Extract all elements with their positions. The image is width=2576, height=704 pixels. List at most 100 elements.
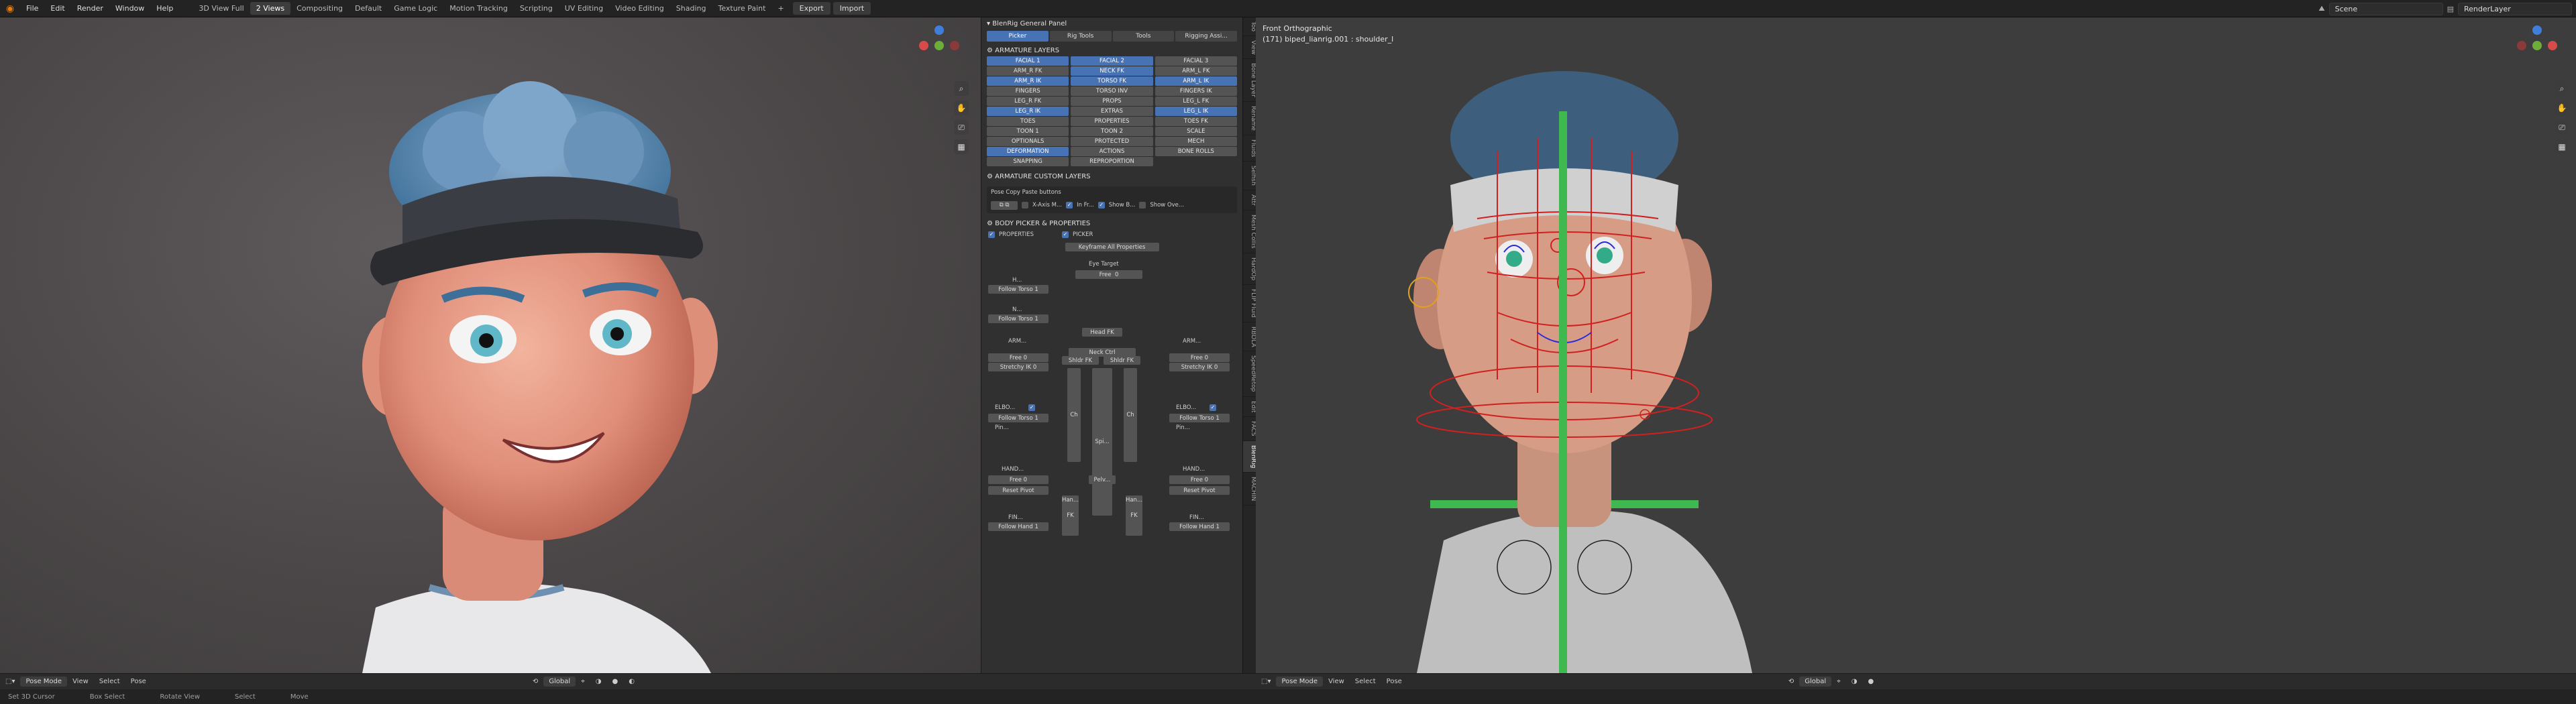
keyframe-all-button[interactable]: Keyframe All Properties [1065,243,1159,251]
layer-toggle-fingers-ik[interactable]: FINGERS IK [1155,86,1237,96]
elbow-l-follow-torso[interactable]: Follow Torso 1 [1169,414,1230,422]
hand-r-reset-pivot-button[interactable]: Reset Pivot [988,486,1049,495]
sidebar-tab-too[interactable]: Too [1243,17,1256,36]
layer-toggle-facial-3[interactable]: FACIAL 3 [1155,56,1237,66]
layer-toggle-arm-l-ik[interactable]: ARM_L IK [1155,76,1237,86]
workspace-tab[interactable]: Shading [670,2,712,15]
gizmo-neg-x-icon[interactable] [950,41,959,50]
arm-r-fk-chain[interactable]: Ch [1067,368,1081,462]
menu-window[interactable]: Window [109,4,150,13]
layer-toggle-torso-fk[interactable]: TORSO FK [1071,76,1153,86]
hand-r-free-field[interactable]: Free 0 [988,475,1049,484]
layer-toggle-toon-1[interactable]: TOON 1 [987,127,1069,136]
right-viewport[interactable]: Front Orthographic (171) biped_lianrig.0… [1256,17,2576,673]
blender-logo-icon[interactable]: ◉ [0,0,20,17]
pan-hand-icon[interactable]: ✋ [2555,101,2569,115]
left-viewport[interactable]: ⌕ ✋ ⎚ ▦ [0,17,981,673]
arm-l-stretchy-ik[interactable]: Stretchy IK 0 [1169,363,1230,371]
gizmo-neg-x-icon[interactable] [2517,41,2526,50]
menu-view[interactable]: View [1323,678,1350,685]
sidebar-tab-attr[interactable]: Attr [1243,190,1256,211]
hand-l-free-field[interactable]: Free 0 [1169,475,1230,484]
workspace-tab[interactable]: Game Logic [388,2,443,15]
zoom-icon[interactable]: ⌕ [2555,81,2569,96]
navigation-gizmo-right[interactable] [2517,25,2557,66]
menu-pose[interactable]: Pose [125,678,152,685]
layer-toggle-leg-l-ik[interactable]: LEG_L IK [1155,107,1237,116]
sidebar-tab-edit[interactable]: Edit [1243,397,1256,418]
workspace-tab[interactable]: Scripting [514,2,559,15]
perspective-grid-icon[interactable]: ▦ [954,139,969,154]
menu-pose[interactable]: Pose [1381,678,1407,685]
layer-toggle-props[interactable]: PROPS [1071,97,1153,106]
arm-r-stretchy-ik[interactable]: Stretchy IK 0 [988,363,1049,371]
shoulder-l-fk-button[interactable]: Shldr FK [1104,356,1140,365]
properties-checkbox[interactable]: ✓ [988,231,995,238]
layer-toggle-deformation[interactable]: DEFORMATION [987,147,1069,156]
layer-toggle-actions[interactable]: ACTIONS [1071,147,1153,156]
gizmo-z-icon[interactable] [2532,25,2542,35]
overlay-icon[interactable]: ◑ [1846,678,1863,685]
gizmo-x-icon[interactable] [919,41,928,50]
panel-header[interactable]: ▾ BlenRig General Panel [981,17,1242,30]
menu-select[interactable]: Select [1350,678,1381,685]
layer-toggle-facial-2[interactable]: FACIAL 2 [1071,56,1153,66]
show-overlay-checkbox[interactable] [1139,202,1146,209]
editor-type-icon[interactable]: ⬚▾ [1256,678,1276,685]
renderlayer-field[interactable]: RenderLayer [2458,2,2572,15]
snap-icon[interactable]: ⌖ [576,678,590,685]
layer-toggle-extras[interactable]: EXTRAS [1071,107,1153,116]
shoulder-r-fk-button[interactable]: Shldr FK [1062,356,1099,365]
layer-toggle-toes-fk[interactable]: TOES FK [1155,117,1237,126]
layer-toggle-reproportion[interactable]: REPROPORTION [1071,157,1153,166]
sidebar-tab-selfish[interactable]: Selfish [1243,162,1256,191]
orientation-dropdown[interactable]: Global [543,677,576,687]
armature-layers-header[interactable]: ⚙ ARMATURE LAYERS [981,44,1242,56]
layer-toggle-leg-r-ik[interactable]: LEG_R IK [987,107,1069,116]
picker-checkbox[interactable]: ✓ [1061,231,1069,238]
x-axis-mirror-checkbox[interactable] [1022,202,1028,209]
add-workspace-button[interactable]: + [771,2,790,15]
elbow-l-checkbox[interactable]: ✓ [1210,404,1216,411]
menu-file[interactable]: File [20,4,44,13]
import-button[interactable]: Import [833,2,871,15]
gizmo-x-icon[interactable] [2548,41,2557,50]
sidebar-tab-machin[interactable]: MACHIN [1243,473,1256,506]
layer-toggle-snapping[interactable]: SNAPPING [987,157,1069,166]
tab-tools[interactable]: Tools [1112,31,1175,42]
fingers-r-follow-hand[interactable]: Follow Hand 1 [988,522,1049,531]
layer-toggle-toes[interactable]: TOES [987,117,1069,126]
menu-view[interactable]: View [67,678,94,685]
workspace-tab-active[interactable]: 2 Views [250,2,291,15]
custom-layers-header[interactable]: ⚙ ARMATURE CUSTOM LAYERS [981,170,1242,182]
navigation-gizmo[interactable] [919,25,959,66]
head-fk-button[interactable]: Head FK [1082,328,1122,337]
arm-l-free-field[interactable]: Free 0 [1169,353,1230,362]
hand-l-reset-pivot-button[interactable]: Reset Pivot [1169,486,1230,495]
sidebar-tab-mesh-collis[interactable]: Mesh Collis [1243,211,1256,253]
snap-icon[interactable]: ⌖ [1831,678,1846,685]
layer-toggle-properties[interactable]: PROPERTIES [1071,117,1153,126]
spine-column[interactable]: Spi... [1092,368,1112,516]
menu-select[interactable]: Select [94,678,125,685]
mode-dropdown[interactable]: Pose Mode [20,677,68,687]
workspace-tab[interactable]: Default [349,2,388,15]
pan-hand-icon[interactable]: ✋ [954,101,969,115]
sidebar-tab-rbdla[interactable]: RBDLA [1243,322,1256,352]
layer-toggle-bone-rolls[interactable]: BONE ROLLS [1155,147,1237,156]
workspace-tab[interactable]: Texture Paint [712,2,771,15]
layer-toggle-leg-l-fk[interactable]: LEG_L FK [1155,97,1237,106]
sidebar-tab-rename[interactable]: Rename [1243,102,1256,136]
tab-picker[interactable]: Picker [987,31,1049,42]
workspace-tab[interactable]: 3D View Full [193,2,250,15]
gizmo-z-icon[interactable] [934,25,944,35]
layer-toggle-facial-1[interactable]: FACIAL 1 [987,56,1069,66]
workspace-tab[interactable]: UV Editing [559,2,609,15]
head-follow-torso[interactable]: Follow Torso 1 [988,285,1049,294]
zoom-icon[interactable]: ⌕ [954,81,969,96]
body-picker-header[interactable]: ⚙ BODY PICKER & PROPERTIES [981,217,1242,229]
sidebar-tab-hardop[interactable]: HardOp [1243,253,1256,285]
layer-toggle-arm-l-fk[interactable]: ARM_L FK [1155,66,1237,76]
layer-toggle-toon-2[interactable]: TOON 2 [1071,127,1153,136]
show-bones-checkbox[interactable]: ✓ [1097,202,1105,209]
